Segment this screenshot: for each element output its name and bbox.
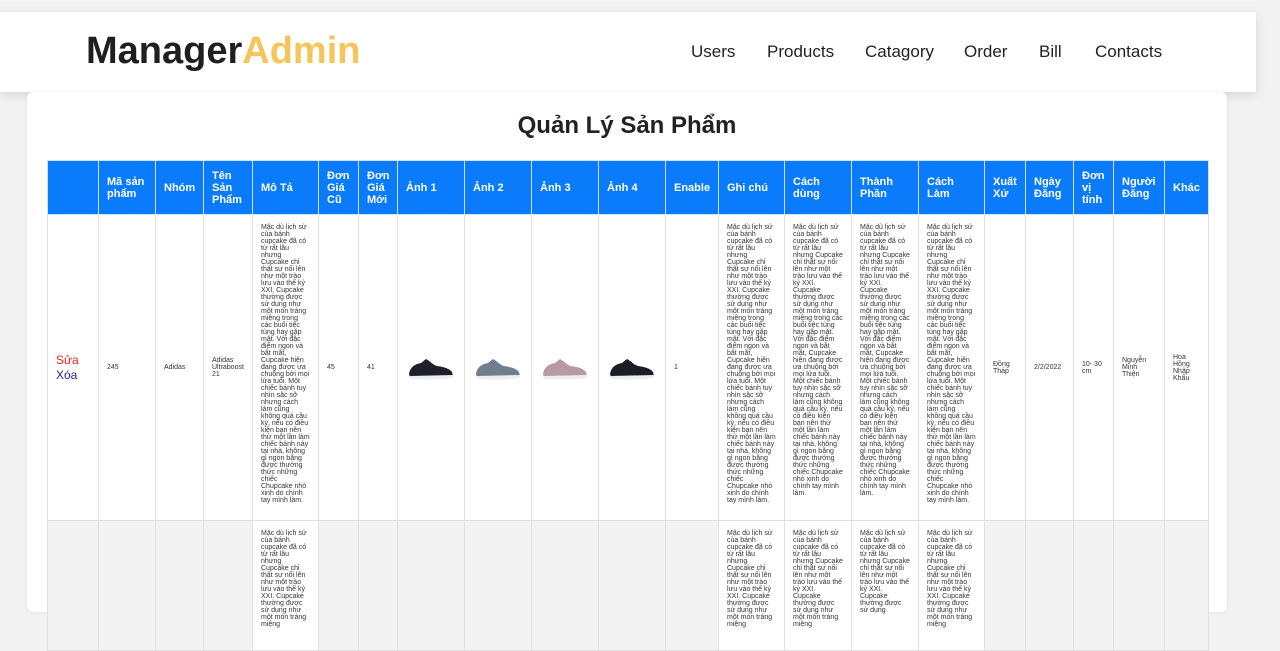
description-cell: Mặc dù lịch sử của bánh cupcake đã có từ… <box>252 520 319 651</box>
image-2-cell <box>464 520 532 651</box>
unit-cell <box>1073 520 1114 651</box>
other-cell <box>1164 520 1209 651</box>
old-price-cell: 45 <box>318 214 359 521</box>
page-title: Quản Lý Sản Phẩm <box>517 112 737 139</box>
shoe-image-3 <box>543 358 587 380</box>
new-price-cell: 41 <box>358 214 398 521</box>
image-4-cell <box>598 520 666 651</box>
usage-cell: Mặc dù lịch sử của bánh cupcake đã có từ… <box>784 214 852 521</box>
col-note: Ghi chú <box>718 160 785 215</box>
method-cell: Mặc dù lịch sử của bánh cupcake đã có từ… <box>918 520 985 651</box>
enable-cell: 1 <box>665 214 719 521</box>
product-code-cell: 245 <box>98 214 156 521</box>
origin-cell: Đồng Tháp <box>984 214 1026 521</box>
col-unit: Đơn vị tính <box>1073 160 1114 215</box>
note-cell: Mặc dù lịch sử của bánh cupcake đã có từ… <box>718 214 785 521</box>
image-3-cell <box>531 214 599 521</box>
nav-contacts[interactable]: Contacts <box>1095 42 1162 62</box>
old-price-cell <box>318 520 359 651</box>
usage-cell: Mặc dù lịch sử của bánh cupcake đã có từ… <box>784 520 852 651</box>
col-method: Cách Làm <box>918 160 985 215</box>
col-post-date: Ngày Đăng <box>1025 160 1074 215</box>
col-usage: Cách dùng <box>784 160 852 215</box>
col-action <box>47 160 99 215</box>
unit-cell: 10- 30 cm <box>1073 214 1114 521</box>
author-cell: Nguyễn Minh Thiện <box>1113 214 1165 521</box>
col-image-2: Ảnh 2 <box>464 160 532 215</box>
description-cell: Mặc dù lịch sử của bánh cupcake đã có từ… <box>252 214 319 521</box>
col-description: Mô Tả <box>252 160 319 215</box>
brand-part2: Admin <box>242 30 361 72</box>
product-table: Mã sản phẩm Nhóm Tên Sản Phẩm Mô Tả Đơn … <box>47 160 1209 651</box>
other-cell: Hoa Hồng Nhập Khẩu <box>1164 214 1209 521</box>
new-price-cell <box>358 520 398 651</box>
shoe-image-4 <box>610 358 654 380</box>
ingredients-cell: Mặc dù lịch sử của bánh cupcake đã có từ… <box>851 520 919 651</box>
product-name-cell <box>203 520 253 651</box>
nav-products[interactable]: Products <box>767 42 834 62</box>
nav-order[interactable]: Order <box>964 42 1007 62</box>
ingredients-cell: Mặc dù lịch sử của bánh cupcake đã có từ… <box>851 214 919 521</box>
col-origin: Xuất Xứ <box>984 160 1026 215</box>
shoe-image-1 <box>409 358 453 380</box>
col-product-code: Mã sản phẩm <box>98 160 156 215</box>
nav-catagory[interactable]: Catagory <box>865 42 934 62</box>
brand-logo[interactable]: ManagerAdmin <box>86 30 361 73</box>
brand-part1: Manager <box>86 30 243 72</box>
image-3-cell <box>531 520 599 651</box>
product-code-cell <box>98 520 156 651</box>
method-cell: Mặc dù lịch sử của bánh cupcake đã có từ… <box>918 214 985 521</box>
shoe-image-2 <box>476 358 520 380</box>
image-1-cell <box>397 214 465 521</box>
nav-bill[interactable]: Bill <box>1039 42 1062 62</box>
post-date-cell <box>1025 520 1074 651</box>
col-ingredients: Thành Phần <box>851 160 919 215</box>
col-image-3: Ảnh 3 <box>531 160 599 215</box>
col-old-price: Đơn Giá Cũ <box>318 160 359 215</box>
top-navbar: ManagerAdmin Users Products Catagory Ord… <box>0 12 1256 92</box>
col-new-price: Đơn Giá Mới <box>358 160 398 215</box>
image-4-cell <box>598 214 666 521</box>
enable-cell <box>665 520 719 651</box>
col-author: Người Đăng <box>1113 160 1165 215</box>
col-enable: Enable <box>665 160 719 215</box>
note-cell: Mặc dù lịch sử của bánh cupcake đã có từ… <box>718 520 785 651</box>
col-product-name: Tên Sản Phẩm <box>203 160 253 215</box>
col-group: Nhóm <box>155 160 204 215</box>
author-cell <box>1113 520 1165 651</box>
table-header-row: Mã sản phẩm Nhóm Tên Sản Phẩm Mô Tả Đơn … <box>47 160 1209 215</box>
origin-cell <box>984 520 1026 651</box>
col-image-1: Ảnh 1 <box>397 160 465 215</box>
image-1-cell <box>397 520 465 651</box>
group-cell: Adidas <box>155 214 204 521</box>
action-cell <box>47 520 99 651</box>
post-date-cell: 2/2/2022 <box>1025 214 1074 521</box>
col-image-4: Ảnh 4 <box>598 160 666 215</box>
table-row: Sửa Xóa 245 Adidas Adidas Ultraboost 21 … <box>47 214 1209 521</box>
product-name-cell: Adidas Ultraboost 21 <box>203 214 253 521</box>
edit-link[interactable]: Sửa <box>56 353 90 368</box>
col-other: Khác <box>1164 160 1209 215</box>
group-cell <box>155 520 204 651</box>
nav-users[interactable]: Users <box>691 42 735 62</box>
image-2-cell <box>464 214 532 521</box>
delete-link[interactable]: Xóa <box>56 368 90 383</box>
table-row: Mặc dù lịch sử của bánh cupcake đã có từ… <box>47 520 1209 651</box>
action-cell: Sửa Xóa <box>47 214 99 521</box>
